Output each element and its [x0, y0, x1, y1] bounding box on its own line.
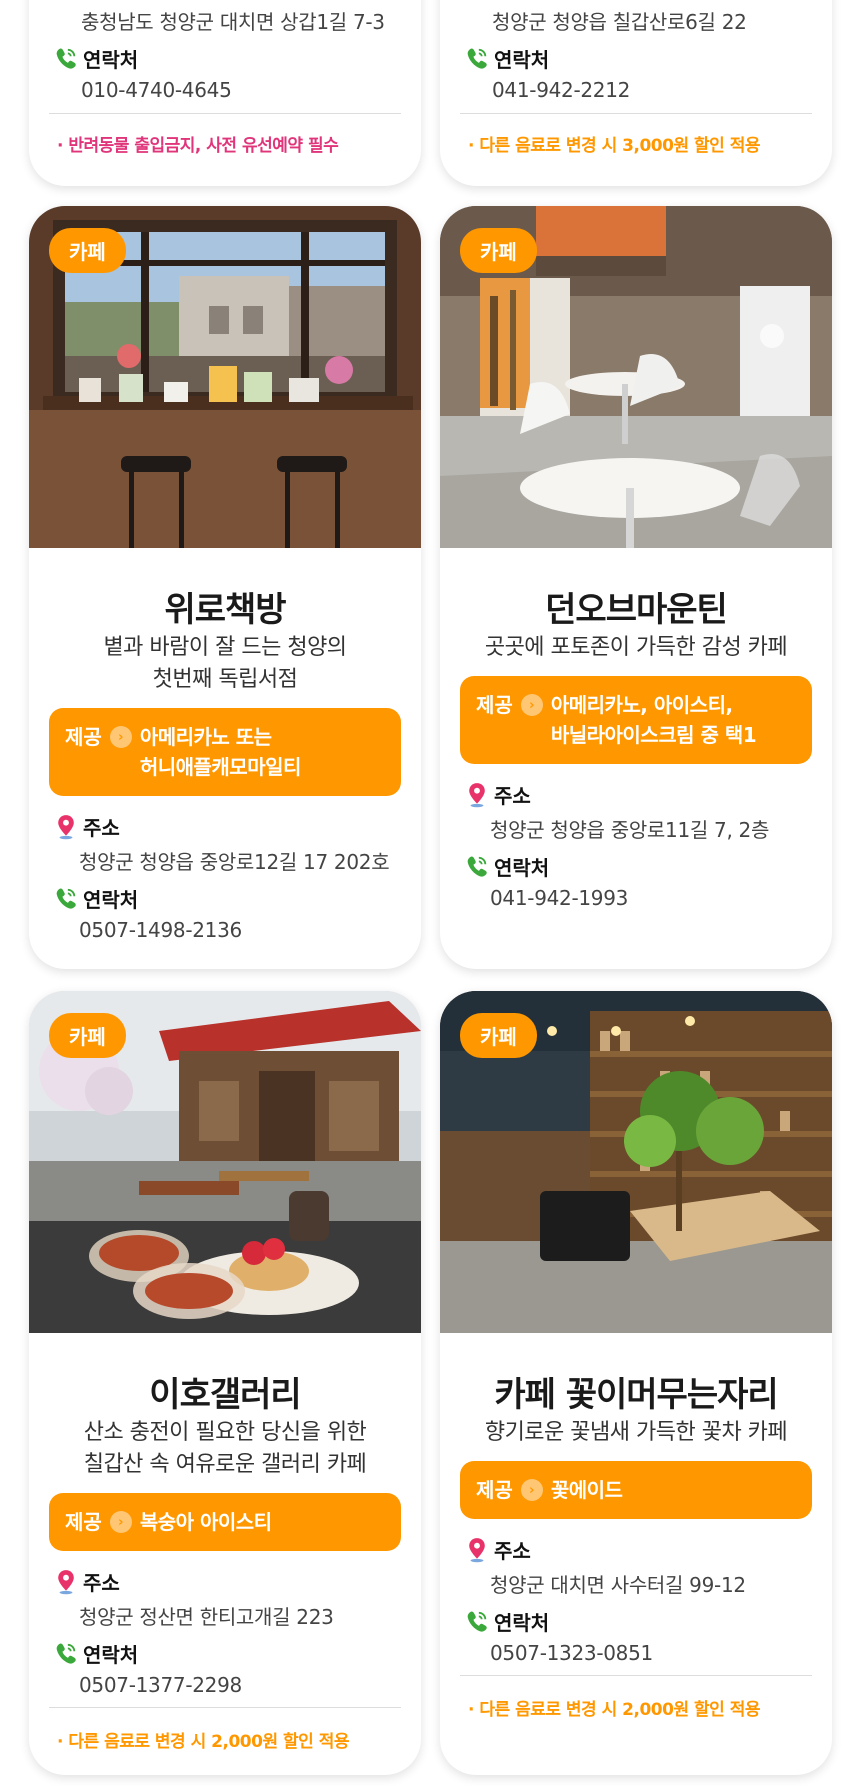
place-description: 곳곳에 포토존이 가득한 감성 카페: [440, 632, 832, 664]
address-value: 청양군 청양읍 칠갑산로6길 22: [492, 10, 747, 34]
address-label: 주소: [464, 780, 531, 809]
divider: [49, 113, 401, 114]
phone-value[interactable]: 041-942-2212: [492, 78, 630, 102]
contact-label: 연락처: [53, 884, 138, 913]
phone-value[interactable]: 010-4740-4645: [81, 78, 232, 102]
offer-text: 꽃에이드: [550, 1478, 623, 1502]
address-value: 충청남도 청양군 대치면 상갑1길 7-3: [81, 10, 385, 34]
arrow-right-icon: ›: [109, 726, 132, 748]
contact-label: 연락처: [53, 1639, 138, 1668]
phone-icon: [464, 1608, 490, 1636]
phone-icon: [464, 45, 490, 73]
category-tag: 카페: [49, 228, 126, 273]
contact-label: 연락처: [53, 44, 138, 73]
offer-text: 아메리카노, 아이스티, 바닐라아이스크림 중 택1: [550, 693, 757, 747]
offer-text: 아메리카노 또는 허니애플캐모마일티: [139, 725, 302, 779]
location-pin-icon: [464, 781, 490, 809]
offer-box: 제공 › 꽃에이드: [460, 1461, 812, 1519]
phone-icon: [53, 1640, 79, 1668]
place-card[interactable]: 카페 카페 꽃이머무는자리 향기로운 꽃냄새 가득한 꽃차 카페 제공 › 꽃에…: [440, 991, 832, 1775]
location-pin-icon: [53, 813, 79, 841]
phone-value[interactable]: 0507-1498-2136: [79, 918, 242, 942]
divider: [460, 1675, 812, 1676]
category-tag: 카페: [460, 1013, 537, 1058]
place-title: 위로책방: [164, 590, 286, 630]
contact-label: 연락처: [464, 852, 549, 881]
place-title: 카페 꽃이머무는자리: [494, 1375, 778, 1415]
location-pin-icon: [53, 1568, 79, 1596]
note-text: · 다른 음료로 변경 시 2,000원 할인 적용: [468, 1700, 760, 1720]
phone-icon: [53, 45, 79, 73]
offer-box: 제공 › 아메리카노 또는 허니애플캐모마일티: [49, 708, 401, 796]
description-line: 칠갑산 속 여유로운 갤러리 카페: [83, 1452, 367, 1477]
place-description: 산소 충전이 필요한 당신을 위한 칠갑산 속 여유로운 갤러리 카페: [29, 1417, 421, 1481]
phone-value[interactable]: 0507-1323-0851: [490, 1641, 653, 1665]
arrow-right-icon: ›: [520, 1479, 543, 1501]
contact-label: 연락처: [464, 1607, 549, 1636]
phone-value[interactable]: 041-942-1993: [490, 886, 628, 910]
place-description: 볕과 바람이 잘 드는 청양의 첫번째 독립서점: [29, 632, 421, 696]
address-label: 주소: [464, 1535, 531, 1564]
address-value: 청양군 대치면 사수터길 99-12: [490, 1573, 746, 1597]
note-text: · 다른 음료로 변경 시 3,000원 할인 적용: [468, 136, 760, 156]
address-value: 청양군 청양읍 중앙로11길 7, 2층: [490, 818, 770, 842]
divider: [460, 113, 812, 114]
category-tag: 카페: [49, 1013, 126, 1058]
place-card[interactable]: 카페 위로책방 볕과 바람이 잘 드는 청양의 첫번째 독립서점 제공 › 아메…: [29, 206, 421, 969]
place-card[interactable]: 카페 던오브마운틴 곳곳에 포토존이 가득한 감성 카페 제공 › 아메리카노,…: [440, 206, 832, 969]
offer-label: 제공: [476, 693, 513, 717]
place-photo: 카페: [440, 991, 832, 1333]
description-line: 볕과 바람이 잘 드는 청양의: [103, 635, 347, 660]
phone-icon: [53, 885, 79, 913]
offer-label: 제공: [476, 1478, 513, 1502]
place-card[interactable]: 카페 이호갤러리 산소 충전이 필요한 당신을 위한 칠갑산 속 여유로운 갤러…: [29, 991, 421, 1775]
description-line: 향기로운 꽃냄새 가득한 꽃차 카페: [484, 1420, 788, 1445]
arrow-right-icon: ›: [109, 1511, 132, 1533]
phone-icon: [464, 853, 490, 881]
place-card-top-left: 충청남도 청양군 대치면 상갑1길 7-3 연락처 010-4740-4645 …: [29, 0, 421, 186]
address-value: 청양군 청양읍 중앙로12길 17 202호: [79, 850, 390, 874]
divider: [49, 1707, 401, 1708]
offer-label: 제공: [65, 725, 102, 749]
place-photo: 카페: [29, 206, 421, 548]
offer-box: 제공 › 복숭아 아이스티: [49, 1493, 401, 1551]
note-text: · 다른 음료로 변경 시 2,000원 할인 적용: [57, 1732, 349, 1752]
offer-label: 제공: [65, 1510, 102, 1534]
place-title: 던오브마운틴: [545, 590, 728, 630]
location-pin-icon: [464, 1536, 490, 1564]
description-line: 산소 충전이 필요한 당신을 위한: [83, 1420, 367, 1445]
category-tag: 카페: [460, 228, 537, 273]
phone-value[interactable]: 0507-1377-2298: [79, 1673, 242, 1697]
place-photo: 카페: [29, 991, 421, 1333]
address-label: 주소: [53, 1567, 120, 1596]
note-text: · 반려동물 출입금지, 사전 유선예약 필수: [57, 136, 339, 156]
contact-label: 연락처: [464, 44, 549, 73]
place-card-top-right: 청양군 청양읍 칠갑산로6길 22 연락처 041-942-2212 · 다른 …: [440, 0, 832, 186]
place-description: 향기로운 꽃냄새 가득한 꽃차 카페: [440, 1417, 832, 1449]
place-title: 이호갤러리: [149, 1375, 301, 1415]
offer-box: 제공 › 아메리카노, 아이스티, 바닐라아이스크림 중 택1: [460, 676, 812, 764]
offer-text: 복숭아 아이스티: [139, 1510, 272, 1534]
address-label: 주소: [53, 812, 120, 841]
place-photo: 카페: [440, 206, 832, 548]
description-line: 첫번째 독립서점: [152, 667, 298, 692]
description-line: 곳곳에 포토존이 가득한 감성 카페: [484, 635, 788, 660]
address-value: 청양군 정산면 한티고개길 223: [79, 1605, 334, 1629]
arrow-right-icon: ›: [520, 694, 543, 716]
